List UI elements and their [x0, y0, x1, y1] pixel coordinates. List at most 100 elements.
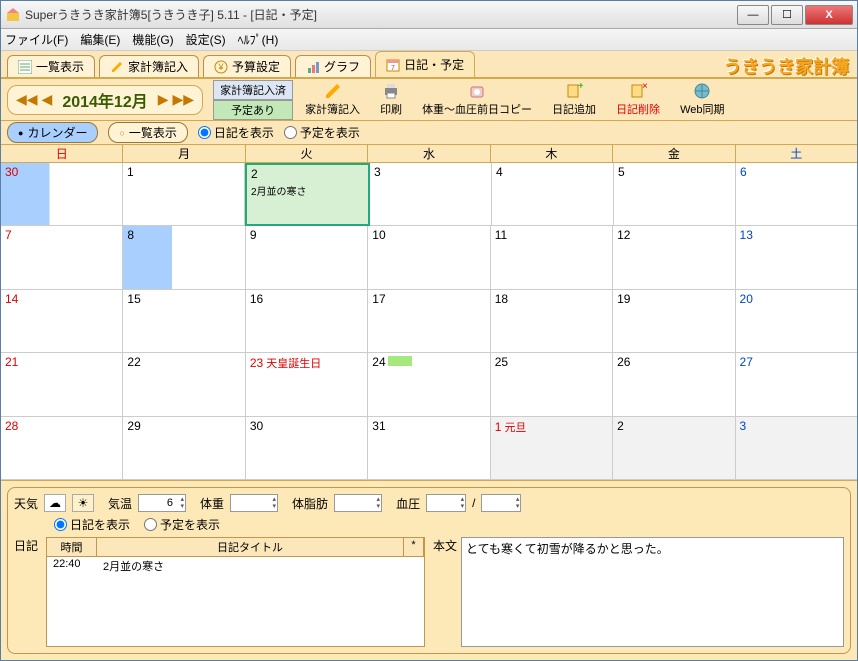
weekday-fri: 金: [613, 145, 735, 162]
cal-cell[interactable]: 27: [736, 353, 857, 416]
delete-diary-button[interactable]: × 日記削除: [608, 80, 668, 119]
calendar-view-label: カレンダー: [27, 124, 87, 141]
fat-input[interactable]: [334, 494, 382, 512]
cal-cell[interactable]: 15: [123, 290, 245, 353]
window-buttons: — ☐ X: [737, 5, 853, 25]
cal-cell[interactable]: 16: [246, 290, 368, 353]
calendar-view-button[interactable]: ●カレンダー: [7, 122, 98, 143]
sync-button[interactable]: Web同期: [672, 80, 732, 119]
show-diary-radio[interactable]: 日記を表示: [198, 124, 274, 141]
sync-button-label: Web同期: [680, 101, 724, 117]
current-date: 2014年12月: [54, 88, 155, 112]
menubar: ファイル(F) 編集(E) 機能(G) 設定(S) ﾍﾙﾌﾟ(H): [1, 29, 857, 51]
cal-cell[interactable]: 28: [1, 417, 123, 480]
weekday-sun: 日: [1, 145, 123, 162]
tab-list[interactable]: 一覧表示: [7, 55, 95, 77]
weather-label: 天気: [14, 495, 38, 512]
menu-edit[interactable]: 編集(E): [80, 31, 120, 48]
temp-label: 気温: [108, 495, 132, 512]
cal-cell[interactable]: 18: [491, 290, 613, 353]
temp-input[interactable]: 6: [138, 494, 186, 512]
list-view-button[interactable]: ○一覧表示: [108, 122, 187, 143]
cal-cell[interactable]: 21: [1, 353, 123, 416]
tab-entry-label: 家計簿記入: [128, 58, 188, 75]
weather-sunny-button[interactable]: ☀: [72, 494, 94, 512]
cal-cell[interactable]: 26: [613, 353, 735, 416]
diary-list-section: 日記 時間 日記タイトル * 22:40 2月並の寒さ: [14, 537, 425, 647]
weekday-wed: 水: [368, 145, 490, 162]
cal-cell[interactable]: 13: [736, 226, 857, 289]
calendar-body: 30 1 22月並の寒さ 3 4 5 6 7 8 9 10 11 12 13 1…: [1, 163, 857, 480]
cal-cell[interactable]: 9: [246, 226, 368, 289]
cal-cell[interactable]: 1 元旦: [491, 417, 613, 480]
cal-cell[interactable]: 6: [736, 163, 857, 226]
cal-cell[interactable]: 25: [491, 353, 613, 416]
cal-cell[interactable]: 5: [614, 163, 736, 226]
weight-input[interactable]: [230, 494, 278, 512]
cal-cell[interactable]: 29: [123, 417, 245, 480]
prev-month-button[interactable]: ◀: [40, 91, 55, 108]
weather-cloudy-button[interactable]: ☁: [44, 494, 66, 512]
svg-text:7: 7: [391, 65, 395, 72]
next-year-button[interactable]: ▶▶: [171, 91, 197, 108]
cal-cell[interactable]: 8: [123, 226, 245, 289]
diary-table: 時間 日記タイトル * 22:40 2月並の寒さ: [46, 537, 425, 647]
add-diary-button[interactable]: + 日記追加: [544, 80, 604, 119]
cal-cell[interactable]: 12: [613, 226, 735, 289]
bp-sys-input[interactable]: [426, 494, 466, 512]
svg-text:×: ×: [642, 82, 647, 92]
entry-button[interactable]: 家計簿記入: [297, 80, 368, 119]
cal-cell[interactable]: 23 天皇誕生日: [246, 353, 368, 416]
cal-cell[interactable]: 19: [613, 290, 735, 353]
tab-diary[interactable]: 7 日記・予定: [375, 51, 475, 77]
diary-body-section: 本文: [433, 537, 844, 647]
cal-cell[interactable]: 24: [368, 353, 490, 416]
cal-cell[interactable]: 11: [491, 226, 613, 289]
print-button[interactable]: 印刷: [372, 80, 410, 119]
printer-icon: [382, 82, 400, 100]
cal-cell[interactable]: 20: [736, 290, 857, 353]
cal-cell[interactable]: 30: [1, 163, 123, 226]
cal-cell[interactable]: 4: [492, 163, 614, 226]
bp-dia-input[interactable]: [481, 494, 521, 512]
cal-cell[interactable]: 31: [368, 417, 490, 480]
panel-show-diary-radio[interactable]: 日記を表示: [54, 516, 130, 533]
prev-year-button[interactable]: ◀◀: [14, 91, 40, 108]
cal-cell[interactable]: 7: [1, 226, 123, 289]
diary-radio-row: 日記を表示 予定を表示: [54, 516, 844, 533]
weekday-thu: 木: [491, 145, 613, 162]
cal-cell[interactable]: 2: [613, 417, 735, 480]
menu-settings[interactable]: 設定(S): [186, 31, 226, 48]
minimize-button[interactable]: —: [737, 5, 769, 25]
next-month-button[interactable]: ▶: [156, 91, 171, 108]
cal-cell[interactable]: 22: [123, 353, 245, 416]
tab-entry[interactable]: 家計簿記入: [99, 55, 199, 77]
chart-icon: [306, 60, 320, 74]
row-title: 2月並の寒さ: [103, 558, 164, 574]
body-textarea[interactable]: [461, 537, 844, 647]
menu-file[interactable]: ファイル(F): [5, 31, 68, 48]
cal-cell[interactable]: 3: [370, 163, 492, 226]
copy-button[interactable]: 体重〜血圧前日コピー: [414, 80, 540, 119]
cal-cell[interactable]: 14: [1, 290, 123, 353]
diary-row[interactable]: 22:40 2月並の寒さ: [47, 557, 424, 575]
scale-icon: [468, 82, 486, 100]
weekday-tue: 火: [246, 145, 368, 162]
close-button[interactable]: X: [805, 5, 853, 25]
bottom-panel: 天気 ☁ ☀ 気温 6 体重 体脂肪 血圧 / 日記を表示 予定を表示 日: [1, 480, 857, 660]
cal-cell[interactable]: 30: [246, 417, 368, 480]
menu-func[interactable]: 機能(G): [132, 31, 173, 48]
tab-graph[interactable]: グラフ: [295, 55, 371, 77]
row-time: 22:40: [53, 558, 97, 574]
cal-cell[interactable]: 1: [123, 163, 245, 226]
maximize-button[interactable]: ☐: [771, 5, 803, 25]
cal-cell[interactable]: 17: [368, 290, 490, 353]
cal-cell[interactable]: 3: [736, 417, 857, 480]
show-schedule-radio[interactable]: 予定を表示: [284, 124, 360, 141]
panel-show-schedule-radio[interactable]: 予定を表示: [144, 516, 220, 533]
yen-icon: ¥: [214, 60, 228, 74]
menu-help[interactable]: ﾍﾙﾌﾟ(H): [238, 31, 279, 48]
cal-cell[interactable]: 10: [368, 226, 490, 289]
tab-budget[interactable]: ¥ 予算設定: [203, 55, 291, 77]
cal-cell-selected[interactable]: 22月並の寒さ: [245, 163, 370, 226]
